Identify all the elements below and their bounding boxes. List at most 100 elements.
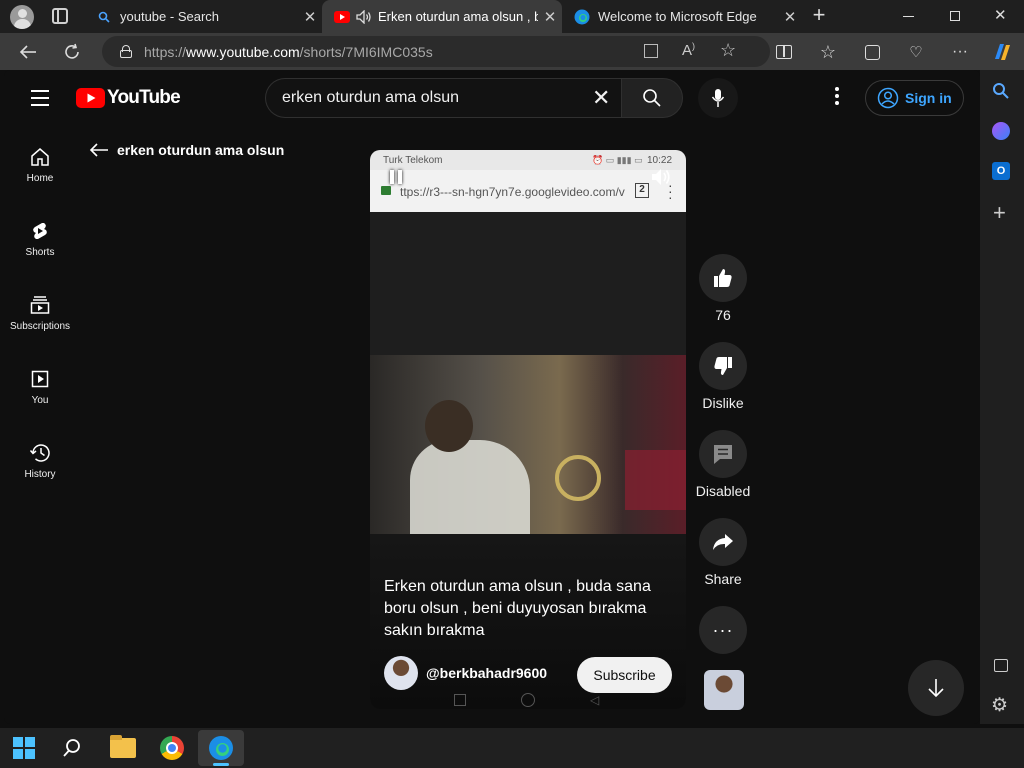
- refresh-icon[interactable]: [60, 40, 84, 64]
- you-icon: [31, 370, 49, 388]
- tab-actions-icon[interactable]: [52, 8, 68, 24]
- lock-icon: [381, 186, 391, 195]
- nav-you[interactable]: You: [4, 369, 76, 406]
- comment-icon: [714, 445, 732, 464]
- phone-nav-bar: ◁: [370, 690, 686, 709]
- address-bar[interactable]: https://www.youtube.com/shorts/7MI6IMC03…: [102, 36, 770, 67]
- youtube-logo-icon: [76, 88, 105, 108]
- nav-subscriptions[interactable]: Subscriptions: [4, 295, 76, 332]
- browser-toolbar: https://www.youtube.com/shorts/7MI6IMC03…: [0, 33, 1024, 70]
- sound-thumbnail[interactable]: [704, 670, 744, 710]
- search-icon: [643, 89, 661, 107]
- split-screen-icon[interactable]: [772, 40, 796, 64]
- search-box[interactable]: erken oturdun ama olsun ✕: [265, 78, 621, 118]
- nav-history[interactable]: History: [4, 443, 76, 480]
- microphone-icon: [711, 89, 725, 107]
- search-icon[interactable]: [992, 82, 1010, 105]
- copilot-icon[interactable]: [990, 40, 1014, 64]
- search-icon[interactable]: [62, 738, 82, 763]
- lock-icon[interactable]: [120, 45, 132, 58]
- windows-taskbar: [0, 728, 1024, 768]
- arrow-left-icon: [89, 143, 108, 157]
- home-icon: [31, 148, 49, 166]
- url-text: https://www.youtube.com/shorts/7MI6IMC03…: [144, 43, 433, 60]
- video-letterbox: [370, 212, 686, 355]
- history-icon: [29, 444, 50, 462]
- youtube-logo[interactable]: YouTube: [76, 87, 181, 109]
- add-sidebar-app-icon[interactable]: +: [993, 200, 1006, 226]
- close-tab-icon[interactable]: ✕: [538, 8, 562, 26]
- back-to-search[interactable]: erken oturdun ama olsun: [89, 142, 284, 158]
- pause-icon[interactable]: [390, 170, 402, 184]
- like-count: 76: [715, 307, 731, 323]
- speaker-icon[interactable]: [356, 9, 372, 25]
- file-explorer-icon[interactable]: [110, 735, 136, 758]
- phone-status-bar: Turk Telekom ⏰ ▭ ▮▮▮ ▭ 10:22: [370, 150, 686, 170]
- shorts-icon: [33, 223, 47, 239]
- hide-sidebar-icon[interactable]: [994, 659, 1008, 672]
- outlook-icon[interactable]: O: [992, 162, 1010, 180]
- youtube-icon: [334, 9, 350, 25]
- sign-in-button[interactable]: Sign in: [865, 80, 964, 116]
- close-window-icon[interactable]: ✕: [994, 6, 1007, 24]
- share-button[interactable]: [699, 518, 747, 566]
- favorite-star-icon[interactable]: ☆: [720, 40, 736, 61]
- volume-icon[interactable]: [650, 167, 672, 187]
- nav-shorts[interactable]: Shorts: [4, 221, 76, 258]
- minimize-icon[interactable]: [903, 16, 914, 17]
- dislike-label: Dislike: [702, 395, 744, 411]
- browser-essentials-icon[interactable]: ♡: [904, 40, 928, 64]
- tab-youtube-search[interactable]: youtube - Search ✕: [84, 0, 322, 33]
- search-input[interactable]: erken oturdun ama olsun: [282, 89, 459, 107]
- video-frame: [370, 355, 686, 534]
- dislike-button[interactable]: [699, 342, 747, 390]
- thumbs-down-icon: [714, 357, 732, 375]
- search-button[interactable]: [621, 78, 683, 118]
- like-button[interactable]: [699, 254, 747, 302]
- tab-edge-welcome[interactable]: Welcome to Microsoft Edge ✕: [562, 0, 802, 33]
- edge-taskbar-button[interactable]: [198, 730, 244, 766]
- menu-icon[interactable]: [31, 90, 49, 106]
- favorites-icon[interactable]: ☆: [816, 40, 840, 64]
- share-arrow-icon: [713, 534, 733, 550]
- profile-avatar[interactable]: [10, 5, 34, 29]
- copilot-sidebar-icon[interactable]: [992, 122, 1010, 140]
- tab-title: Erken oturdun ama olsun , b: [378, 9, 538, 24]
- back-icon[interactable]: [16, 40, 40, 64]
- clear-search-icon[interactable]: ✕: [592, 85, 610, 111]
- restore-icon[interactable]: [950, 11, 960, 21]
- tab-title: youtube - Search: [120, 9, 220, 24]
- short-title: Erken oturdun ama olsun , buda sana boru…: [384, 578, 651, 639]
- new-tab-icon[interactable]: +: [808, 4, 830, 28]
- read-aloud-icon[interactable]: A): [682, 41, 695, 59]
- phone-url-bar: ttps://r3---sn-hgn7yn7e.googlevideo.com/…: [370, 170, 686, 212]
- close-tab-icon[interactable]: ✕: [778, 8, 802, 26]
- edge-icon: [574, 9, 590, 25]
- edge-icon: [209, 736, 233, 760]
- settings-gear-icon[interactable]: ⚙: [991, 694, 1008, 717]
- voice-search-button[interactable]: [698, 78, 738, 118]
- comments-button[interactable]: [699, 430, 747, 478]
- channel-avatar[interactable]: [384, 656, 418, 690]
- account-icon: [877, 87, 899, 109]
- short-video-player[interactable]: Turk Telekom ⏰ ▭ ▮▮▮ ▭ 10:22 ttps://r3--…: [370, 150, 686, 709]
- subscriptions-icon: [30, 296, 50, 314]
- tab-youtube-short[interactable]: Erken oturdun ama olsun , b ✕: [322, 0, 562, 33]
- subscribe-button[interactable]: Subscribe: [577, 657, 672, 693]
- collections-icon[interactable]: [860, 40, 884, 64]
- windows-start-icon[interactable]: [13, 737, 35, 759]
- channel-name[interactable]: @berkbahadr9600: [426, 665, 547, 681]
- chrome-icon[interactable]: [160, 736, 184, 760]
- youtube-page: YouTube erken oturdun ama olsun ✕ Sign i…: [4, 70, 980, 724]
- next-video-button[interactable]: [908, 660, 964, 716]
- settings-menu-icon[interactable]: [835, 87, 839, 105]
- browser-tab-strip: youtube - Search ✕ Erken oturdun ama ols…: [0, 0, 1024, 33]
- more-options-icon[interactable]: ···: [948, 40, 972, 64]
- nav-home[interactable]: Home: [4, 147, 76, 184]
- app-available-icon[interactable]: [644, 44, 658, 58]
- more-horizontal-icon: ···: [712, 619, 734, 640]
- more-actions-button[interactable]: ···: [699, 606, 747, 654]
- comments-label: Disabled: [695, 483, 751, 499]
- close-tab-icon[interactable]: ✕: [298, 8, 322, 26]
- arrow-down-icon: [928, 679, 944, 698]
